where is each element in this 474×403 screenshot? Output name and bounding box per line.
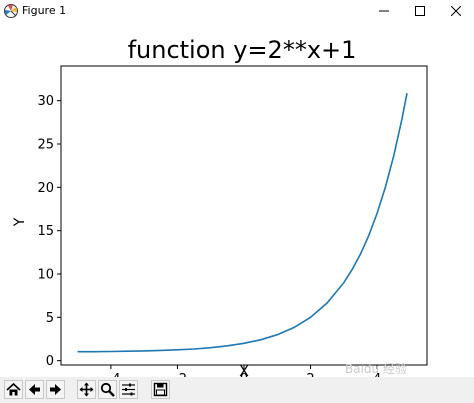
y-tick-label: 25 [37,138,54,153]
minimize-icon [379,10,389,12]
series-layer [77,93,408,353]
y-tick-label: 30 [37,94,54,109]
line-chart: function y=2**x+1 −4−2024 051015202530 X… [12,36,428,387]
maximize-button[interactable] [402,0,438,22]
y-axis: 0 5 10 15 20 25 30 [37,94,61,369]
home-icon [6,382,21,396]
minimize-button[interactable] [366,0,402,22]
window-title: Figure 1 [22,4,67,17]
zoom-icon [100,382,115,397]
arrow-left-icon [29,384,40,395]
home-button[interactable] [4,380,23,399]
y-tick-label: 20 [37,181,54,196]
configure-subplots-button[interactable] [119,380,138,399]
title-bar: Figure 1 [0,0,474,22]
y-tick-label: 0 [46,354,54,369]
y-tick-label: 10 [37,268,54,283]
plot-area [60,65,428,366]
x-axis-label: X [239,364,249,377]
matplotlib-icon [3,3,19,19]
move-icon [79,382,94,397]
sliders-icon [122,383,135,396]
save-icon [153,382,168,397]
close-button[interactable] [438,0,474,22]
back-button[interactable] [25,380,44,399]
maximize-icon [415,6,425,16]
watermark: Baidu 经验 [345,362,407,376]
series-line [77,93,408,353]
y-tick-label: 5 [46,311,54,326]
figure-window: Figure 1 function y=2**x+1 −4−2024 05101… [0,0,474,403]
close-icon [451,6,461,16]
save-button[interactable] [151,380,170,399]
y-tick-label: 15 [37,224,54,239]
zoom-button[interactable] [98,380,117,399]
forward-button[interactable] [46,380,65,399]
arrow-right-icon [50,384,61,395]
pan-button[interactable] [77,380,96,399]
chart-title: function y=2**x+1 [128,36,357,64]
navigation-toolbar [0,377,474,403]
y-axis-label: Y [12,217,28,227]
figure-canvas: function y=2**x+1 −4−2024 051015202530 X… [0,22,474,387]
